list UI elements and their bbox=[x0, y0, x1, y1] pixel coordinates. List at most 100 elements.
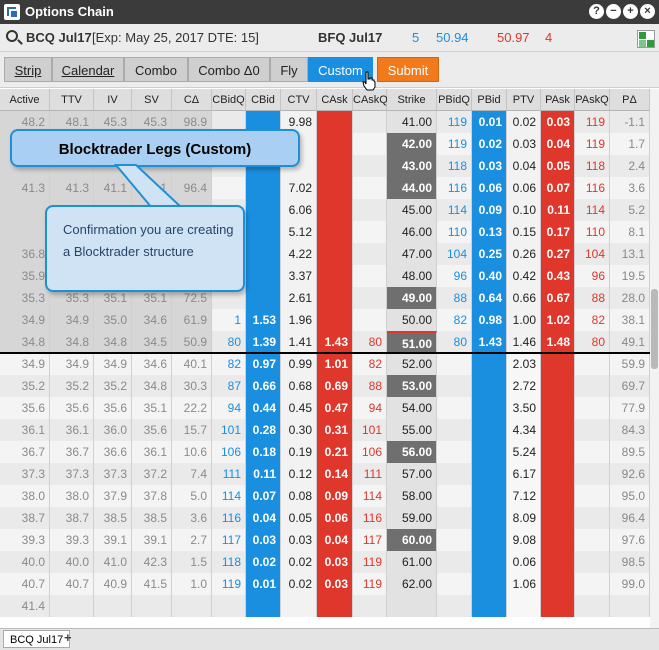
cell-cask[interactable] bbox=[317, 111, 353, 133]
col-header-ctv[interactable]: CTV bbox=[281, 89, 317, 111]
maximize-icon[interactable]: + bbox=[623, 4, 638, 19]
cell-cask[interactable] bbox=[317, 199, 353, 221]
cell-pbid[interactable]: 0.09 bbox=[472, 199, 507, 221]
cell-cask[interactable] bbox=[317, 287, 353, 309]
cell-pbid[interactable] bbox=[472, 441, 507, 463]
cell-pask[interactable]: 1.02 bbox=[541, 309, 575, 331]
cell-cbid[interactable] bbox=[246, 177, 281, 199]
cell-pbid[interactable] bbox=[472, 419, 507, 441]
cell-cask[interactable] bbox=[317, 133, 353, 155]
cell-pask[interactable]: 0.07 bbox=[541, 177, 575, 199]
tab-combo-delta0[interactable]: Combo Δ0 bbox=[188, 57, 270, 82]
cell-cask[interactable]: 0.14 bbox=[317, 463, 353, 485]
layout-grid-icon[interactable] bbox=[637, 30, 655, 48]
cell-pask[interactable] bbox=[541, 419, 575, 441]
cell-pbid[interactable] bbox=[472, 353, 507, 375]
cell-pbid[interactable] bbox=[472, 485, 507, 507]
col-header-paskq[interactable]: PAskQ bbox=[575, 89, 610, 111]
tab-bcq-jul17[interactable]: BCQ Jul17 bbox=[3, 630, 71, 648]
col-header-active[interactable]: Active bbox=[0, 89, 50, 111]
cell-pbid[interactable] bbox=[472, 529, 507, 551]
cell-pbid[interactable] bbox=[472, 507, 507, 529]
cell-pask[interactable] bbox=[541, 353, 575, 375]
cell-pask[interactable] bbox=[541, 441, 575, 463]
col-header-iv[interactable]: IV bbox=[94, 89, 132, 111]
cell-pbid[interactable]: 0.06 bbox=[472, 177, 507, 199]
cell-pbid[interactable]: 0.40 bbox=[472, 265, 507, 287]
col-header-cbidq[interactable]: CBidQ bbox=[212, 89, 246, 111]
cell-pbid[interactable] bbox=[472, 595, 507, 617]
cell-pask[interactable]: 0.11 bbox=[541, 199, 575, 221]
cell-pask[interactable]: 0.43 bbox=[541, 265, 575, 287]
cell-pbid[interactable] bbox=[472, 573, 507, 595]
add-tab-icon[interactable]: + bbox=[64, 630, 72, 645]
minimize-icon[interactable]: − bbox=[606, 4, 621, 19]
cell-cbid[interactable]: 0.03 bbox=[246, 529, 281, 551]
cell-cbid[interactable] bbox=[246, 287, 281, 309]
cell-pask[interactable] bbox=[541, 595, 575, 617]
cell-cbid[interactable] bbox=[246, 265, 281, 287]
submit-button[interactable]: Submit bbox=[377, 57, 439, 82]
col-header-pbidq[interactable]: PBidQ bbox=[437, 89, 472, 111]
cell-pbid[interactable]: 0.98 bbox=[472, 309, 507, 331]
cell-cask[interactable]: 0.47 bbox=[317, 397, 353, 419]
tab-combo[interactable]: Combo bbox=[124, 57, 188, 82]
cell-pask[interactable] bbox=[541, 573, 575, 595]
cell-pask[interactable]: 0.17 bbox=[541, 221, 575, 243]
cell-pbid[interactable] bbox=[472, 551, 507, 573]
col-header-p-[interactable]: PΔ bbox=[610, 89, 650, 111]
cell-pask[interactable] bbox=[541, 551, 575, 573]
cell-pbid[interactable] bbox=[472, 463, 507, 485]
cell-cbid[interactable]: 0.07 bbox=[246, 485, 281, 507]
cell-cbid[interactable]: 0.01 bbox=[246, 573, 281, 595]
cell-cbid[interactable] bbox=[246, 243, 281, 265]
col-header-c-[interactable]: CΔ bbox=[172, 89, 212, 111]
cell-cask[interactable] bbox=[317, 309, 353, 331]
cell-cask[interactable]: 0.21 bbox=[317, 441, 353, 463]
cell-cask[interactable]: 0.03 bbox=[317, 551, 353, 573]
cell-cask[interactable]: 0.09 bbox=[317, 485, 353, 507]
cell-cbid[interactable]: 0.04 bbox=[246, 507, 281, 529]
cell-cbid[interactable]: 0.28 bbox=[246, 419, 281, 441]
cell-pask[interactable] bbox=[541, 507, 575, 529]
col-header-caskq[interactable]: CAskQ bbox=[353, 89, 388, 111]
cell-pask[interactable]: 0.27 bbox=[541, 243, 575, 265]
cell-cbid[interactable]: 0.66 bbox=[246, 375, 281, 397]
cell-cbid[interactable]: 0.18 bbox=[246, 441, 281, 463]
col-header-pask[interactable]: PAsk bbox=[541, 89, 575, 111]
cell-cask[interactable] bbox=[317, 265, 353, 287]
col-header-sv[interactable]: SV bbox=[132, 89, 172, 111]
cell-pask[interactable]: 0.67 bbox=[541, 287, 575, 309]
symbol-label[interactable]: BCQ Jul17 bbox=[26, 30, 92, 45]
cell-pbid[interactable]: 0.02 bbox=[472, 133, 507, 155]
cell-cask[interactable] bbox=[317, 595, 353, 617]
cell-pask[interactable]: 0.03 bbox=[541, 111, 575, 133]
cell-cask[interactable]: 1.43 bbox=[317, 331, 353, 353]
search-icon[interactable] bbox=[6, 30, 18, 42]
cell-pbid[interactable]: 1.43 bbox=[472, 331, 507, 353]
tab-strip[interactable]: Strip bbox=[4, 57, 52, 82]
cell-cask[interactable]: 0.06 bbox=[317, 507, 353, 529]
cell-pbid[interactable]: 0.01 bbox=[472, 111, 507, 133]
tab-calendar[interactable]: Calendar bbox=[52, 57, 124, 82]
cell-pask[interactable] bbox=[541, 485, 575, 507]
cell-pbid[interactable]: 0.25 bbox=[472, 243, 507, 265]
cell-pask[interactable] bbox=[541, 463, 575, 485]
col-header-ttv[interactable]: TTV bbox=[50, 89, 94, 111]
cell-cask[interactable] bbox=[317, 177, 353, 199]
cell-cbid[interactable]: 1.39 bbox=[246, 331, 281, 353]
vertical-scrollbar[interactable] bbox=[650, 89, 659, 629]
cell-pbid[interactable] bbox=[472, 375, 507, 397]
cell-cbid[interactable] bbox=[246, 199, 281, 221]
cell-pbid[interactable]: 0.03 bbox=[472, 155, 507, 177]
cell-cask[interactable]: 1.01 bbox=[317, 353, 353, 375]
cell-cask[interactable]: 0.31 bbox=[317, 419, 353, 441]
cell-cbid[interactable]: 0.11 bbox=[246, 463, 281, 485]
cell-pbid[interactable] bbox=[472, 397, 507, 419]
cell-pask[interactable]: 0.05 bbox=[541, 155, 575, 177]
col-header-cbid[interactable]: CBid bbox=[246, 89, 281, 111]
col-header-pbid[interactable]: PBid bbox=[472, 89, 507, 111]
cell-cbid[interactable]: 0.44 bbox=[246, 397, 281, 419]
cell-cask[interactable]: 0.04 bbox=[317, 529, 353, 551]
cell-cask[interactable]: 0.03 bbox=[317, 573, 353, 595]
